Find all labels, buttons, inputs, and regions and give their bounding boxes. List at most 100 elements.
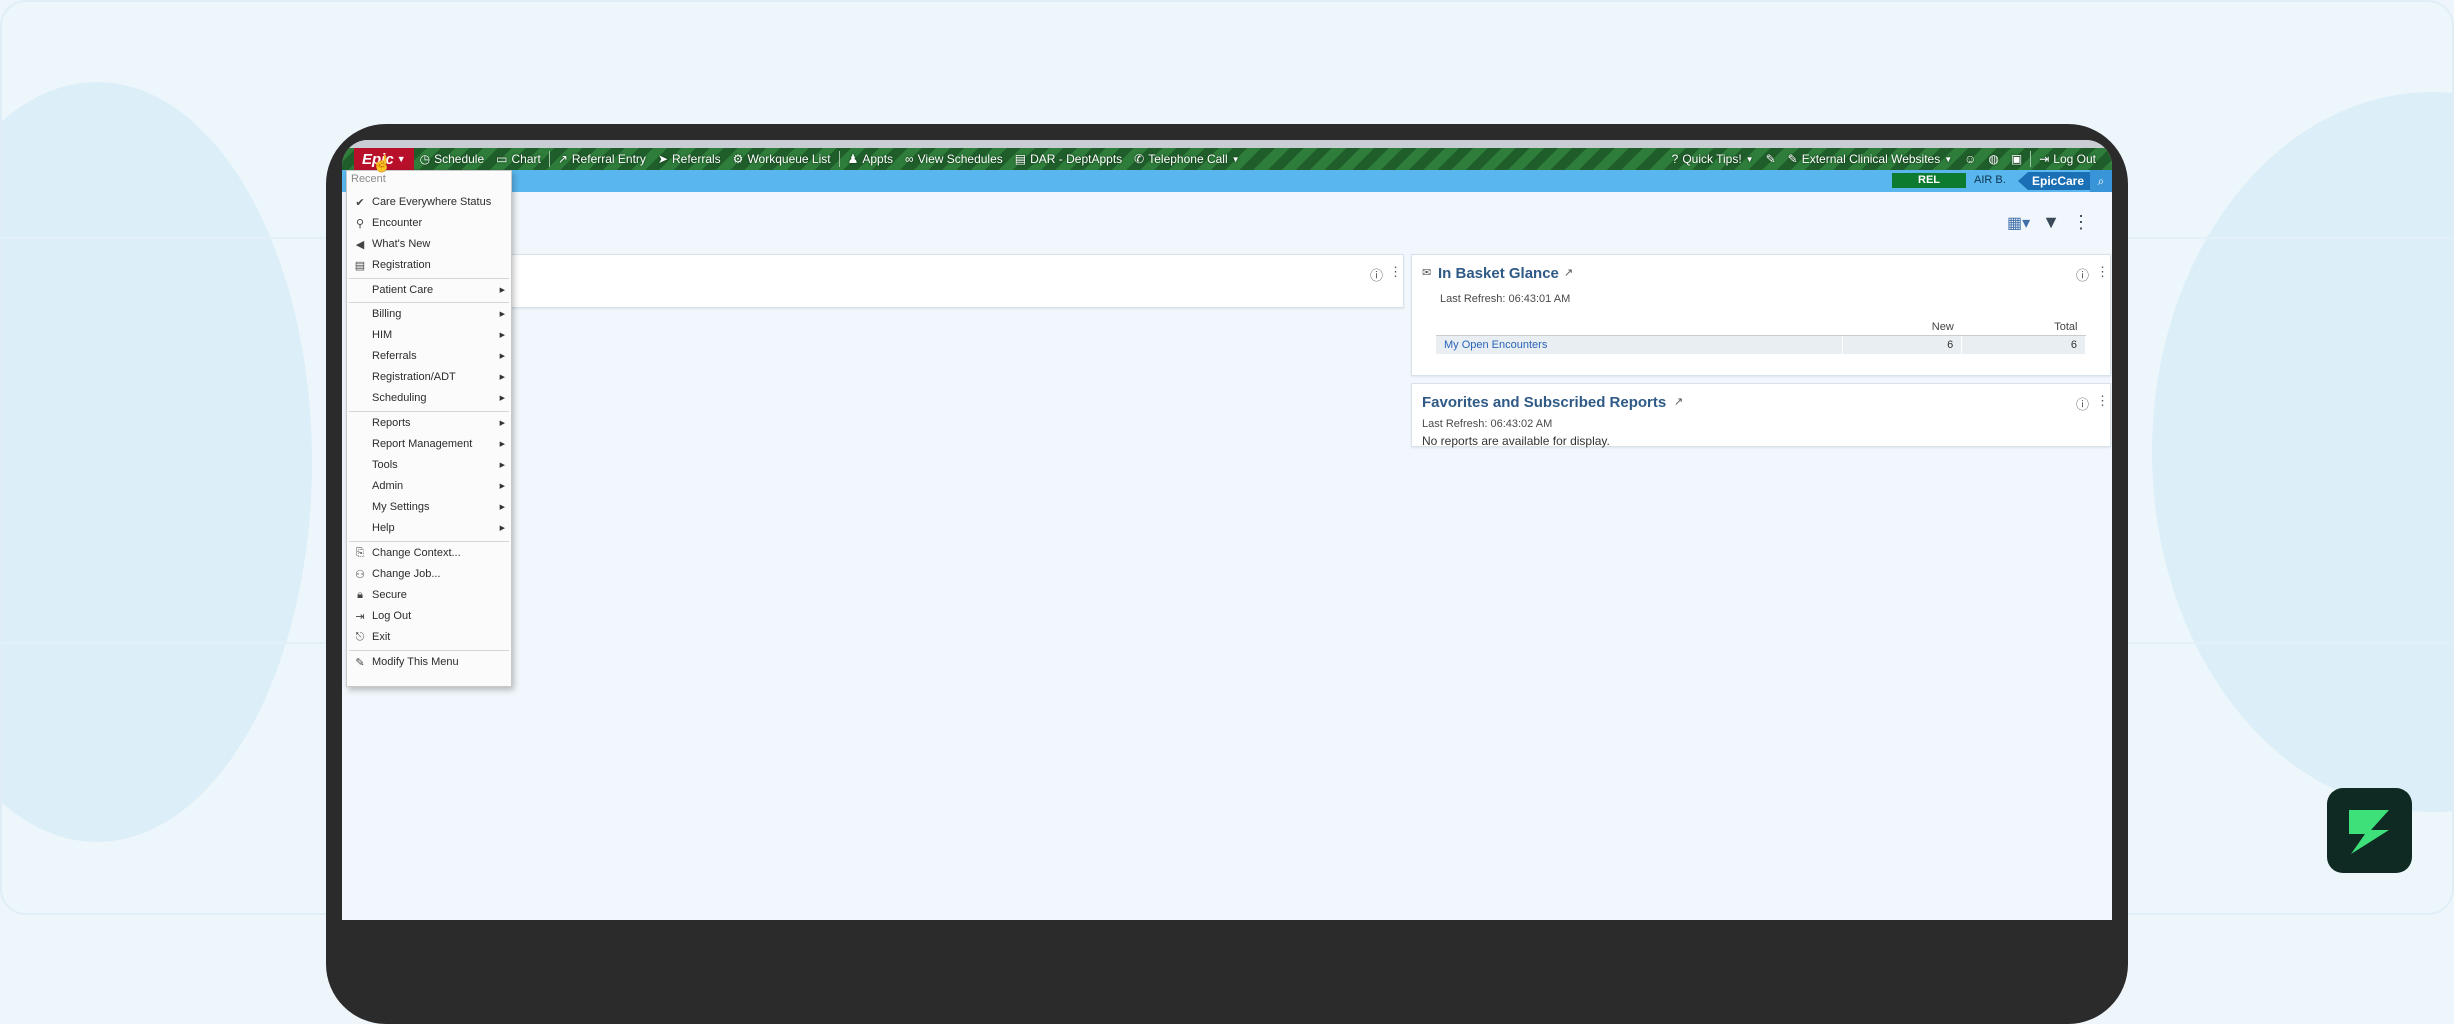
menu-divider [349,650,509,651]
environment-badge: REL [1892,173,1966,188]
toolbar-workqueue-button[interactable]: ⚙ Workqueue List [727,152,837,166]
menu-section-header: Recent [351,173,386,185]
total-count: 6 [1961,335,2086,354]
link-icon[interactable]: ↗ [1674,395,1683,408]
menu-item-exit[interactable]: ⎋ Exit [347,628,511,646]
menu-item-label: My Settings [372,501,430,513]
menu-item-label: Log Out [372,610,412,622]
info-icon[interactable]: ⓘ [1370,265,1383,284]
toolbar-label: Log Out [2053,152,2096,166]
menu-item-tools[interactable]: Tools ▶ [347,456,511,474]
in-basket-glance-panel: ✉ In Basket Glance ↗ Last Refresh: 06:43… [1411,254,2111,376]
menu-item-label: Referrals [372,350,417,362]
toolbar-label: Referral Entry [571,152,646,166]
chevron-right-icon: ▶ [499,483,505,490]
more-options-icon[interactable]: ⋮ [1389,264,1402,280]
column-header: New [1842,319,1962,336]
table-row[interactable]: My Open Encounters 6 6 [1436,335,2086,354]
menu-item-label: Tools [372,459,398,471]
main-toolbar: Epic ▼ ◷ Schedule ▭ Chart ↗ Referral Entry … [342,148,2112,170]
layout-toggle-icon[interactable]: ▦▾ [2007,213,2030,233]
toolbar-label: Workqueue List [747,152,831,166]
menu-item-my-settings[interactable]: My Settings ▶ [347,498,511,516]
menu-item-scheduling[interactable]: Scheduling ▶ [347,389,511,407]
toolbar-divider [2030,151,2032,167]
toolbar-icon-button[interactable]: ◍ [1982,152,2004,166]
toolbar-label: Chart [511,152,541,166]
toolbar-divider [548,151,550,167]
folder-link[interactable]: My Open Encounters [1436,335,1843,354]
quick-tips-button[interactable]: ? Quick Tips! ▼ [1666,152,1760,166]
menu-item-label: Report Management [372,438,473,450]
toolbar-view-schedules-button[interactable]: ∞ View Schedules [899,152,1009,166]
link-icon[interactable]: ↗ [1564,266,1573,279]
toolbar-icon-button[interactable]: ☺ [1958,152,1982,166]
toolbar-label: Referrals [671,152,721,166]
megaphone-icon: ◀ [355,238,365,251]
menu-item-encounter[interactable]: ⚲ Encounter [347,214,511,232]
menu-item-care-everywhere[interactable]: ✔ Care Everywhere Status [347,193,511,211]
toolbar-telephone-call-button[interactable]: ✆ Telephone Call ▼ [1128,152,1245,166]
menu-item-registration[interactable]: ▤ Registration [347,256,511,274]
menu-item-change-context[interactable]: ⎘ Change Context... [347,544,511,562]
toolbar-referral-entry-button[interactable]: ↗ Referral Entry [552,152,652,166]
menu-divider [349,278,509,279]
toolbar-schedule-button[interactable]: ◷ Schedule [414,152,491,166]
menu-item-label: Help [372,522,395,534]
toolbar-icon-button[interactable]: ▣ [2005,152,2028,166]
last-refresh: Last Refresh: 06:43:02 AM [1422,418,1553,430]
menu-item-label: Patient Care [372,284,434,296]
menu-item-label: Registration [372,259,431,271]
menu-item-patient-care[interactable]: Patient Care ▶ [347,281,511,299]
menu-item-reports[interactable]: Reports ▶ [347,414,511,432]
referral-icon: ↗ [557,152,568,166]
menu-item-whats-new[interactable]: ◀ What's New [347,235,511,253]
menu-item-modify-menu[interactable]: ✎ Modify This Menu [347,653,511,671]
last-refresh: Last Refresh: 06:43:01 AM [1440,293,1571,305]
search-icon[interactable]: ⌕ [2090,170,2112,192]
column-header: Total [1961,319,2086,336]
toolbar-appts-button[interactable]: ♟ Appts [842,152,899,166]
panel-title[interactable]: In Basket Glance [1438,265,1559,282]
panel-title[interactable]: Favorites and Subscribed Reports [1422,394,1666,411]
menu-item-change-job[interactable]: ⚇ Change Job... [347,565,511,583]
info-icon[interactable]: ⓘ [2076,394,2089,413]
menu-item-him[interactable]: HIM ▶ [347,326,511,344]
external-websites-button[interactable]: ✎ External Clinical Websites ▼ [1782,152,1958,166]
people-icon: ♟ [847,152,859,166]
settings-wrench-button[interactable]: ✎ [1760,152,1782,166]
more-options-icon[interactable]: ⋮ [2072,212,2090,233]
menu-item-label: Modify This Menu [372,656,459,668]
change-job-icon: ⚇ [355,568,365,581]
menu-item-referrals[interactable]: Referrals ▶ [347,347,511,365]
more-options-icon[interactable]: ⋮ [2096,264,2109,280]
menu-item-help[interactable]: Help ▶ [347,519,511,537]
menu-item-label: Care Everywhere Status [372,196,492,208]
menu-item-registration-adt[interactable]: Registration/ADT ▶ [347,368,511,386]
decorative-circle-right [2152,92,2452,812]
menu-item-billing[interactable]: Billing ▶ [347,305,511,323]
menu-item-label: Exit [372,631,391,643]
chevron-right-icon: ▶ [499,311,505,318]
menu-item-log-out[interactable]: ⇥ Log Out [347,607,511,625]
chevron-right-icon: ▶ [499,287,505,294]
globe-icon: ◍ [1988,152,1999,166]
menu-item-secure[interactable]: 🔒︎ Secure [347,586,511,604]
epic-dropdown-menu: Recent ✔ Care Everywhere Status ⚲ Encounte… [346,170,512,687]
log-out-button[interactable]: ⇥ Log Out [2033,152,2102,166]
menu-item-admin[interactable]: Admin ▶ [347,477,511,495]
menu-item-report-management[interactable]: Report Management ▶ [347,435,511,453]
new-count: 6 [1842,335,1963,354]
info-icon[interactable]: ⓘ [2076,265,2089,284]
toolbar-dar-button[interactable]: ▤ DAR - DeptAppts [1009,152,1128,166]
chevron-right-icon: ▶ [499,395,505,402]
toolbar-label: DAR - DeptAppts [1030,152,1123,166]
toolbar-chart-button[interactable]: ▭ Chart [490,152,547,166]
more-options-icon[interactable]: ⋮ [2096,393,2109,409]
user-name: AIR B. [1974,174,2006,186]
toolbar-referrals-button[interactable]: ➤ Referrals [652,152,727,166]
toolbar-right-group: ? Quick Tips! ▼ ✎ ✎ External Clinical Websi… [1666,151,2112,167]
filter-icon[interactable]: ▼ [2042,212,2060,233]
arrow-icon: ➤ [657,152,668,166]
menu-item-label: Change Context... [372,547,461,559]
